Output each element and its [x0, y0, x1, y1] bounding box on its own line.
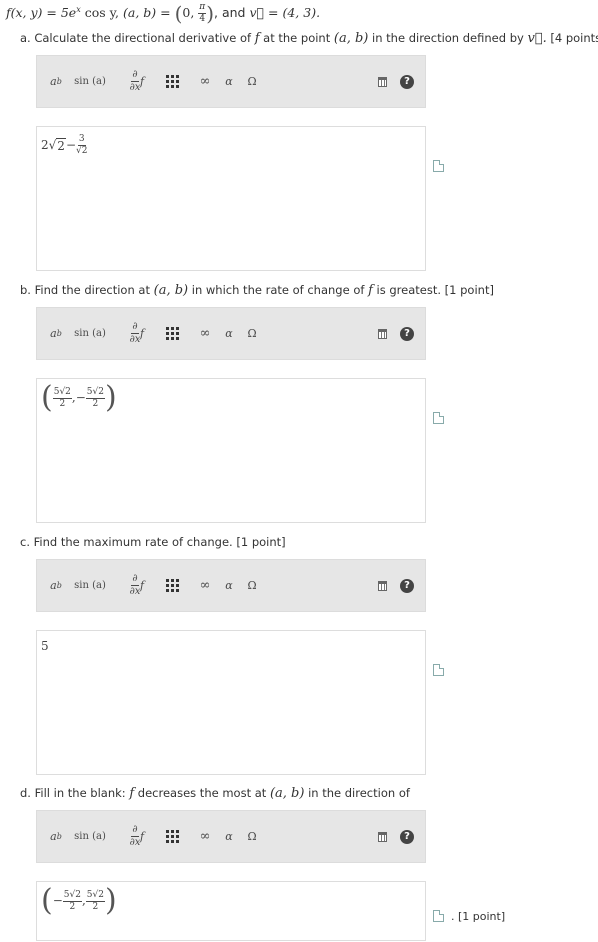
- math-toolbar: ab sin (a) ∂ ∂x f ∞ α Ω ?: [36, 559, 426, 612]
- document-icon[interactable]: [433, 910, 444, 922]
- help-icon[interactable]: ?: [399, 811, 415, 862]
- answer-c-value: 5: [41, 639, 49, 653]
- trash-icon[interactable]: [375, 56, 389, 107]
- answer-editor-b: ab sin (a) ∂ ∂x f ∞ α Ω ? (5√2 2 ,− 5√2 2): [36, 307, 444, 523]
- points-note: . [1 point]: [451, 910, 506, 923]
- problem-statement: f(x, y) = 5ex cos y, (a, b) = (0, π 4), a…: [6, 3, 320, 24]
- answer-input-c[interactable]: 5: [36, 630, 426, 775]
- answer-input-d[interactable]: (− 5√2 2, 5√2 2): [36, 881, 426, 941]
- f-label: f: [139, 75, 145, 88]
- matrix-icon[interactable]: [163, 811, 181, 862]
- answer-a-expression: 2 √ 2−3 √2: [41, 134, 88, 156]
- alpha-button[interactable]: α: [223, 560, 235, 611]
- answer-editor-c: ab sin (a) ∂ ∂x f ∞ α Ω ? 5: [36, 559, 444, 775]
- question-b: b. Find the direction at (a, b) in which…: [20, 283, 494, 298]
- sin-button[interactable]: sin (a): [73, 560, 107, 611]
- matrix-icon[interactable]: [163, 308, 181, 359]
- document-icon[interactable]: [433, 160, 444, 172]
- trash-icon[interactable]: [375, 308, 389, 359]
- alpha-button[interactable]: α: [223, 56, 235, 107]
- help-icon[interactable]: ?: [399, 56, 415, 107]
- omega-button[interactable]: Ω: [245, 811, 259, 862]
- power-button[interactable]: ab: [45, 308, 67, 359]
- document-icon[interactable]: [433, 412, 444, 424]
- sin-button[interactable]: sin (a): [73, 56, 107, 107]
- trash-icon[interactable]: [375, 811, 389, 862]
- help-icon[interactable]: ?: [399, 560, 415, 611]
- infinity-button[interactable]: ∞: [197, 308, 213, 359]
- document-icon[interactable]: [433, 664, 444, 676]
- answer-d-expression: (− 5√2 2, 5√2 2): [41, 883, 117, 918]
- vector-definition: v⃗ = (4, 3).: [249, 5, 321, 20]
- question-a: a. Calculate the directional derivative …: [20, 31, 598, 46]
- question-c: c. Find the maximum rate of change. [1 p…: [20, 535, 286, 549]
- answer-editor-d: ab sin (a) ∂ ∂x f ∞ α Ω ? (− 5√2 2, 5√2 2): [36, 810, 444, 941]
- omega-button[interactable]: Ω: [245, 560, 259, 611]
- help-icon[interactable]: ?: [399, 308, 415, 359]
- power-button[interactable]: ab: [45, 56, 67, 107]
- trash-icon[interactable]: [375, 560, 389, 611]
- matrix-icon[interactable]: [163, 560, 181, 611]
- answer-input-a[interactable]: 2 √ 2−3 √2: [36, 126, 426, 271]
- answer-b-expression: (5√2 2 ,− 5√2 2): [41, 380, 117, 415]
- math-toolbar: ab sin (a) ∂ ∂x f ∞ α Ω ?: [36, 307, 426, 360]
- f-label: f: [139, 830, 145, 843]
- power-button[interactable]: ab: [45, 560, 67, 611]
- infinity-button[interactable]: ∞: [197, 56, 213, 107]
- infinity-button[interactable]: ∞: [197, 811, 213, 862]
- f-label: f: [139, 579, 145, 592]
- power-button[interactable]: ab: [45, 811, 67, 862]
- math-toolbar: ab sin (a) ∂ ∂x f ∞ α Ω ?: [36, 55, 426, 108]
- alpha-button[interactable]: α: [223, 811, 235, 862]
- answer-editor-a: ab sin (a) ∂ ∂x f ∞ α Ω ? 2 √ 2−3 √2: [36, 55, 444, 271]
- alpha-button[interactable]: α: [223, 308, 235, 359]
- question-d: d. Fill in the blank: f decreases the mo…: [20, 786, 410, 801]
- sin-button[interactable]: sin (a): [73, 811, 107, 862]
- sin-button[interactable]: sin (a): [73, 308, 107, 359]
- infinity-button[interactable]: ∞: [197, 560, 213, 611]
- omega-button[interactable]: Ω: [245, 56, 259, 107]
- function-definition: f(x, y) = 5ex cos y,: [6, 4, 119, 20]
- answer-input-b[interactable]: (5√2 2 ,− 5√2 2): [36, 378, 426, 523]
- f-label: f: [139, 327, 145, 340]
- and-text: , and: [214, 5, 246, 20]
- point-definition: (a, b) = (0, π 4): [122, 1, 215, 26]
- matrix-icon[interactable]: [163, 56, 181, 107]
- omega-button[interactable]: Ω: [245, 308, 259, 359]
- math-toolbar: ab sin (a) ∂ ∂x f ∞ α Ω ?: [36, 810, 426, 863]
